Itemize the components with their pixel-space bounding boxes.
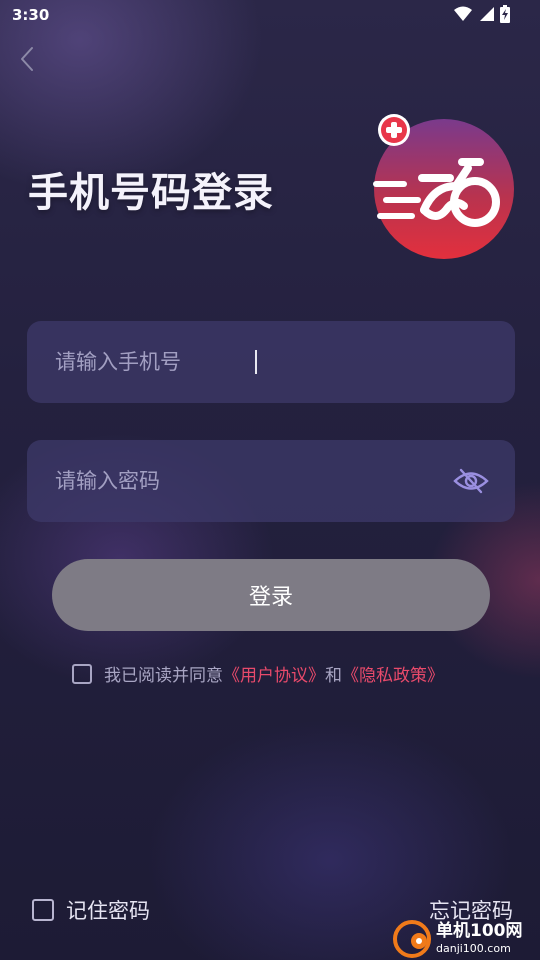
password-visibility-toggle[interactable]: [453, 466, 489, 496]
signal-icon: [480, 7, 494, 21]
bike-logo-icon: [373, 114, 514, 259]
password-field[interactable]: [27, 440, 515, 522]
remember-password[interactable]: 记住密码: [32, 895, 150, 925]
text-caret: [255, 350, 257, 374]
back-button[interactable]: [12, 44, 42, 74]
remember-label: 记住密码: [66, 899, 150, 923]
agreement-conjunction: 和: [325, 666, 342, 686]
wifi-icon: [454, 6, 472, 21]
phone-input[interactable]: [55, 321, 435, 403]
eye-off-icon: [453, 468, 489, 494]
watermark: 单机100网 danji100.com: [392, 917, 540, 960]
password-input[interactable]: [55, 440, 435, 522]
watermark-logo-icon: [393, 919, 431, 958]
user-agreement-link[interactable]: 《用户协议》: [223, 661, 325, 686]
app-logo: [368, 112, 518, 262]
status-time: 3:30: [12, 6, 50, 24]
phone-field[interactable]: [27, 321, 515, 403]
status-icons: [454, 5, 510, 23]
watermark-name: 单机100网: [436, 921, 523, 941]
chevron-left-icon: [21, 47, 33, 71]
status-bar: 3:30: [0, 0, 540, 32]
page-title: 手机号码登录: [28, 170, 274, 216]
agreement-prefix: 我已阅读并同意: [104, 666, 223, 686]
privacy-policy-link[interactable]: 《隐私政策》: [342, 661, 444, 686]
login-button[interactable]: 登录: [52, 559, 490, 631]
agreement-checkbox[interactable]: [72, 663, 92, 684]
agreement-row: 我已阅读并同意 《用户协议》 和 《隐私政策》: [72, 661, 444, 686]
remember-checkbox[interactable]: [32, 899, 54, 921]
battery-charging-icon: [500, 5, 510, 23]
watermark-url: danji100.com: [436, 942, 511, 955]
